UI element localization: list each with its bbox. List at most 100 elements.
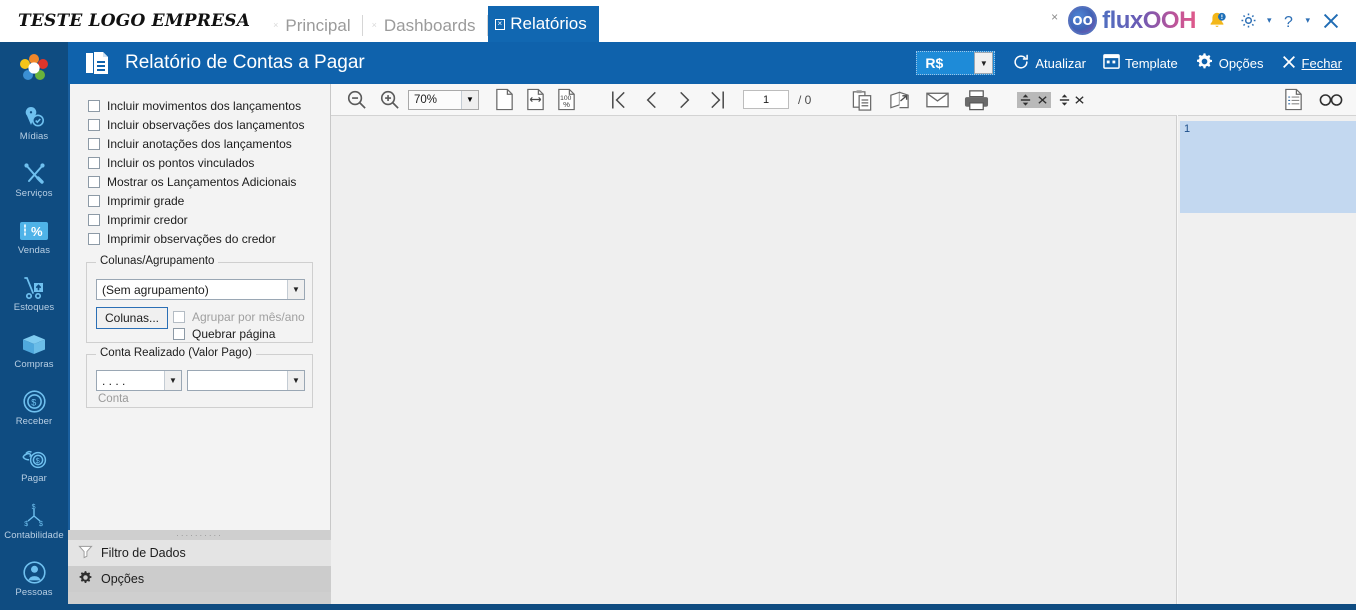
sidebar-item-pessoas[interactable]: Pessoas: [0, 550, 68, 607]
checkbox-box[interactable]: [88, 99, 100, 112]
checkbox-box[interactable]: [88, 137, 100, 150]
checkbox-imprimir-credor[interactable]: Imprimir credor: [88, 210, 330, 229]
expand-collapse-icon[interactable]: [1058, 93, 1071, 107]
whole-page-icon[interactable]: [494, 88, 515, 111]
chevron-down-icon[interactable]: ▼: [461, 90, 478, 109]
outline-panel-icon[interactable]: [1283, 88, 1304, 111]
sidebar-item-pagar[interactable]: $ Pagar: [0, 436, 68, 493]
sidebar-item-label: Vendas: [17, 245, 51, 256]
next-page-icon[interactable]: [675, 88, 694, 112]
header-actions: × OO fluxOOH ▾ ? ▾: [1051, 6, 1356, 42]
close-label-text: Fechar: [1301, 55, 1342, 71]
sidebar-item-contabilidade[interactable]: $ $ $ Contabilidade: [0, 493, 68, 550]
expand-collapse-icon[interactable]: [1017, 91, 1035, 108]
account-title: Conta Realizado (Valor Pago): [96, 347, 256, 359]
account-code-select[interactable]: . . . . ▼: [96, 370, 182, 391]
tab-dashboards[interactable]: × Dashboards: [363, 9, 488, 42]
copy-clipboard-icon[interactable]: [851, 88, 874, 112]
checkbox-incluir-pontos-vinculados[interactable]: Incluir os pontos vinculados: [88, 153, 330, 172]
page-thumbnail-label: 1: [1184, 123, 1191, 135]
page-thumbnail[interactable]: 1: [1180, 121, 1356, 213]
close-icon[interactable]: ×: [271, 20, 280, 31]
accounting-tree-icon: $ $ $: [19, 502, 49, 529]
flower-logo-icon[interactable]: [0, 42, 68, 94]
page-thumbnail-pane[interactable]: 1: [1178, 115, 1356, 610]
page-width-icon[interactable]: [525, 88, 546, 111]
sidebar-item-receber[interactable]: $ Receber: [0, 379, 68, 436]
chevron-down-icon[interactable]: ▾: [1305, 15, 1310, 26]
grouping-select[interactable]: (Sem agrupamento) ▼: [96, 279, 305, 300]
close-small-icon[interactable]: [1074, 93, 1085, 107]
zoom-out-icon[interactable]: [345, 88, 368, 111]
gear-icon[interactable]: [1238, 10, 1259, 31]
close-icon[interactable]: ×: [1051, 6, 1058, 24]
sidebar-item-servicos[interactable]: Serviços: [0, 151, 68, 208]
chevron-down-icon[interactable]: ▾: [1267, 15, 1272, 26]
page-number-input[interactable]: 1: [743, 90, 789, 109]
zoom-select[interactable]: 70% ▼: [408, 89, 479, 110]
refresh-button[interactable]: Atualizar: [1012, 53, 1086, 74]
help-icon[interactable]: ?: [1281, 11, 1297, 31]
checkbox-incluir-observacoes[interactable]: Incluir observações dos lançamentos: [88, 115, 330, 134]
panel-splitter-handle[interactable]: ··········: [68, 530, 331, 540]
close-button[interactable]: Fechar: [1281, 54, 1342, 73]
close-icon[interactable]: ×: [370, 20, 379, 31]
account-name-select[interactable]: ▼: [187, 370, 305, 391]
panel-item-filtro-de-dados[interactable]: Filtro de Dados: [68, 540, 331, 566]
email-icon[interactable]: [925, 88, 950, 112]
checkbox-box[interactable]: [88, 175, 100, 188]
person-icon: [21, 559, 48, 586]
export-share-icon[interactable]: [888, 88, 911, 112]
columns-button[interactable]: Colunas...: [96, 307, 168, 329]
checkbox-box[interactable]: [88, 194, 100, 207]
close-icon[interactable]: ×: [494, 18, 506, 30]
first-page-icon[interactable]: [609, 88, 628, 112]
chevron-down-icon[interactable]: ▼: [287, 280, 304, 299]
currency-select[interactable]: R$ ▼: [916, 51, 996, 75]
close-small-icon[interactable]: [1034, 91, 1052, 108]
grouping-groupbox: Colunas/Agrupamento (Sem agrupamento) ▼ …: [86, 255, 313, 343]
percent-tag-icon: %: [17, 217, 51, 244]
grouping-title: Colunas/Agrupamento: [96, 255, 219, 267]
prev-page-icon[interactable]: [642, 88, 661, 112]
checkbox-imprimir-grade[interactable]: Imprimir grade: [88, 191, 330, 210]
fluxooh-logo-text: fluxOOH: [1102, 6, 1196, 34]
print-icon[interactable]: [964, 88, 989, 112]
binoculars-search-icon[interactable]: [1318, 89, 1344, 111]
checkbox-box[interactable]: [88, 232, 100, 245]
checkbox-label: Imprimir observações do credor: [107, 231, 276, 246]
checkbox-box[interactable]: [173, 327, 185, 340]
company-logo-text: TESTE LOGO EMPRESA: [18, 11, 251, 31]
bell-icon[interactable]: [1206, 10, 1228, 32]
checkbox-imprimir-observacoes-credor[interactable]: Imprimir observações do credor: [88, 229, 330, 248]
chevron-down-icon[interactable]: ▼: [164, 371, 181, 390]
sidebar-item-label: Mídias: [19, 131, 49, 142]
chevron-down-icon[interactable]: ▼: [974, 52, 994, 74]
sidebar-item-compras[interactable]: Compras: [0, 322, 68, 379]
checkbox-box[interactable]: [88, 213, 100, 226]
tab-principal[interactable]: × Principal: [264, 9, 364, 42]
sidebar-item-midias[interactable]: Mídias: [0, 94, 68, 151]
last-page-icon[interactable]: [708, 88, 727, 112]
sidebar-item-estoques[interactable]: Estoques: [0, 265, 68, 322]
options-button[interactable]: Opções: [1195, 52, 1264, 74]
sidebar-item-vendas[interactable]: % Vendas: [0, 208, 68, 265]
checkbox-incluir-movimentos[interactable]: Incluir movimentos dos lançamentos: [88, 96, 330, 115]
checkbox-box[interactable]: [88, 118, 100, 131]
checkbox-label: Imprimir grade: [107, 193, 185, 208]
checkbox-mostrar-lancamentos-adicionais[interactable]: Mostrar os Lançamentos Adicionais: [88, 172, 330, 191]
zoom-in-icon[interactable]: [378, 88, 401, 111]
account-code-value: . . . .: [102, 373, 126, 388]
checkbox-incluir-anotacoes[interactable]: Incluir anotações dos lançamentos: [88, 134, 330, 153]
template-button[interactable]: Template: [1103, 53, 1178, 73]
close-icon[interactable]: [1320, 10, 1342, 32]
tab-relatorios[interactable]: × Relatórios: [487, 6, 599, 42]
checkbox-quebrar-pagina[interactable]: Quebrar página: [173, 324, 275, 343]
gear-icon: [1195, 52, 1214, 74]
actual-size-100-icon[interactable]: 100 %: [556, 88, 577, 111]
report-preview-canvas[interactable]: [331, 115, 1177, 610]
options-label: Opções: [1218, 55, 1264, 71]
checkbox-box[interactable]: [88, 156, 100, 169]
chevron-down-icon[interactable]: ▼: [287, 371, 304, 390]
panel-item-opcoes[interactable]: Opções: [68, 566, 331, 592]
